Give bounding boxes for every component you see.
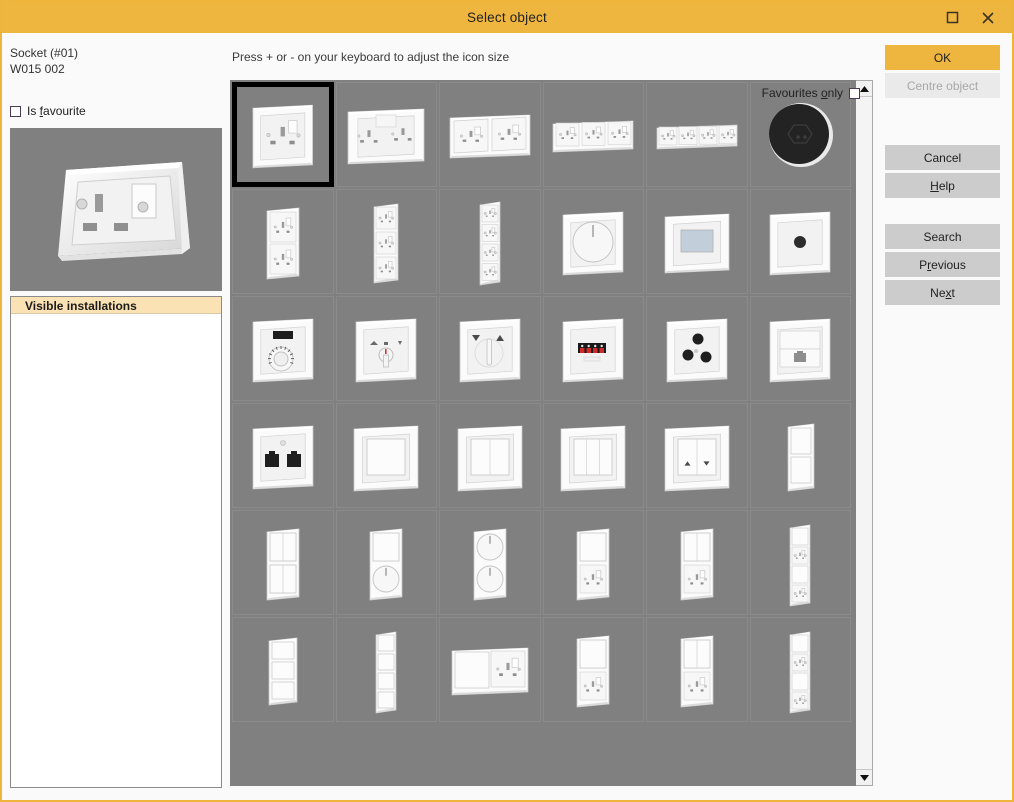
antenna-outlet-three-port[interactable]: [646, 296, 748, 401]
visible-installations-listbox[interactable]: Visible installations: [10, 296, 222, 788]
window-controls: [934, 2, 1006, 33]
favourites-only-row[interactable]: Favourites only: [762, 86, 860, 100]
favourites-only-checkbox[interactable]: [849, 88, 860, 99]
close-icon[interactable]: [970, 2, 1006, 33]
switch-2gang-over-switch-2gang[interactable]: [232, 510, 334, 615]
maximize-icon[interactable]: [934, 2, 970, 33]
blind-rocker-up-down[interactable]: [646, 403, 748, 508]
room-thermostat-display[interactable]: [646, 189, 748, 294]
cancel-button[interactable]: Cancel: [885, 145, 1000, 170]
icon-grid-wrapper: [230, 80, 873, 786]
is-favourite-checkbox[interactable]: [10, 106, 21, 117]
switch-next-to-socket-horizontal[interactable]: [439, 617, 541, 722]
search-button[interactable]: Search: [885, 224, 1000, 249]
switch-over-rotary-dimmer[interactable]: [336, 510, 438, 615]
is-favourite-label: Is favourite: [27, 104, 86, 118]
object-code: W015 002: [10, 61, 222, 77]
push-button-single-dot[interactable]: [750, 189, 852, 294]
scrollbar-track[interactable]: [856, 97, 872, 769]
button-spacer-1: [885, 101, 1000, 145]
window-title: Select object: [467, 10, 547, 25]
button-spacer-2: [885, 201, 1000, 224]
switch-over-socket-vertical[interactable]: [543, 510, 645, 615]
socket-3x1g-switched-uk[interactable]: [543, 82, 645, 187]
socket-3-vertical-uk[interactable]: [336, 189, 438, 294]
switch-rocker-2-gang[interactable]: [439, 403, 541, 508]
favourites-only-label: Favourites only: [762, 86, 843, 100]
is-favourite-row[interactable]: Is favourite: [10, 103, 222, 119]
scroll-down-arrow-icon[interactable]: [856, 769, 872, 785]
switch-2gang-over-socket-b[interactable]: [646, 617, 748, 722]
frame-3-vertical-blanks[interactable]: [232, 617, 334, 722]
socket-4-vertical-uk[interactable]: [439, 189, 541, 294]
dialog-body: Socket (#01) W015 002 Is favourite: [2, 33, 1012, 800]
icon-grid-scrollbar[interactable]: [856, 80, 873, 786]
object-info-panel: Socket (#01) W015 002 Is favourite: [2, 33, 230, 800]
object-preview-image: [10, 128, 222, 291]
help-button[interactable]: Help: [885, 173, 1000, 198]
speaker-terminal-outlet[interactable]: [543, 296, 645, 401]
blind-switch-rocker-vertical[interactable]: [439, 296, 541, 401]
socket-2-vertical-uk[interactable]: [232, 189, 334, 294]
frame-4-vertical-mixed[interactable]: [750, 510, 852, 615]
icon-browser-panel: Press + or - on your keyboard to adjust …: [230, 33, 873, 800]
dimmer-rotary-with-display[interactable]: [232, 296, 334, 401]
data-outlet-rj45-double[interactable]: [232, 403, 334, 508]
switch-rocker-3-gang[interactable]: [543, 403, 645, 508]
dimmer-rotary-plain[interactable]: [543, 189, 645, 294]
socket-2g-switched-uk[interactable]: [336, 82, 438, 187]
icon-grid[interactable]: [230, 80, 856, 786]
ok-button[interactable]: OK: [885, 45, 1000, 70]
socket-4x1g-switched-uk[interactable]: [646, 82, 748, 187]
socket-1g-switched-uk[interactable]: [232, 82, 334, 187]
key-switch-three-position[interactable]: [336, 296, 438, 401]
title-bar: Select object: [2, 2, 1012, 33]
frame-4-vertical-blanks[interactable]: [336, 617, 438, 722]
action-button-panel: OK Centre object Cancel Help Search Prev…: [873, 33, 1012, 800]
select-object-dialog: Select object Socket (#01) W015 002 Is f…: [0, 0, 1014, 802]
socket-2x1g-switched-uk[interactable]: [439, 82, 541, 187]
switch-plus-data-vertical[interactable]: [750, 403, 852, 508]
switch-over-socket-vertical-b[interactable]: [543, 617, 645, 722]
frame-4-vertical-mixed-b[interactable]: [750, 617, 852, 722]
visible-installations-header: Visible installations: [11, 297, 221, 314]
object-name: Socket (#01): [10, 45, 222, 61]
switch-2gang-over-socket[interactable]: [646, 510, 748, 615]
visible-installations-list[interactable]: [11, 314, 221, 787]
previous-button[interactable]: Previous: [885, 252, 1000, 277]
centre-object-button[interactable]: Centre object: [885, 73, 1000, 98]
icon-size-hint: Press + or - on your keyboard to adjust …: [230, 33, 873, 80]
next-button[interactable]: Next: [885, 280, 1000, 305]
switch-rocker-1-gang[interactable]: [336, 403, 438, 508]
data-outlet-rj45-single[interactable]: [750, 296, 852, 401]
rotary-over-rotary[interactable]: [439, 510, 541, 615]
